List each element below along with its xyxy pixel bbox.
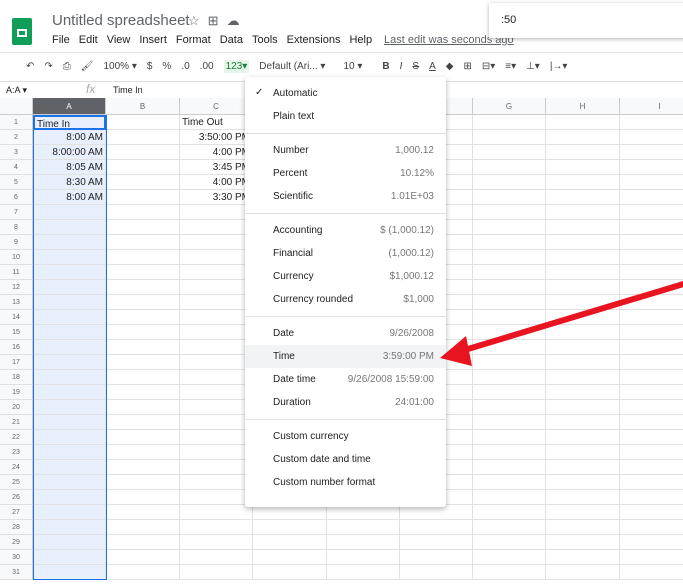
annotation-arrow [440,280,683,366]
